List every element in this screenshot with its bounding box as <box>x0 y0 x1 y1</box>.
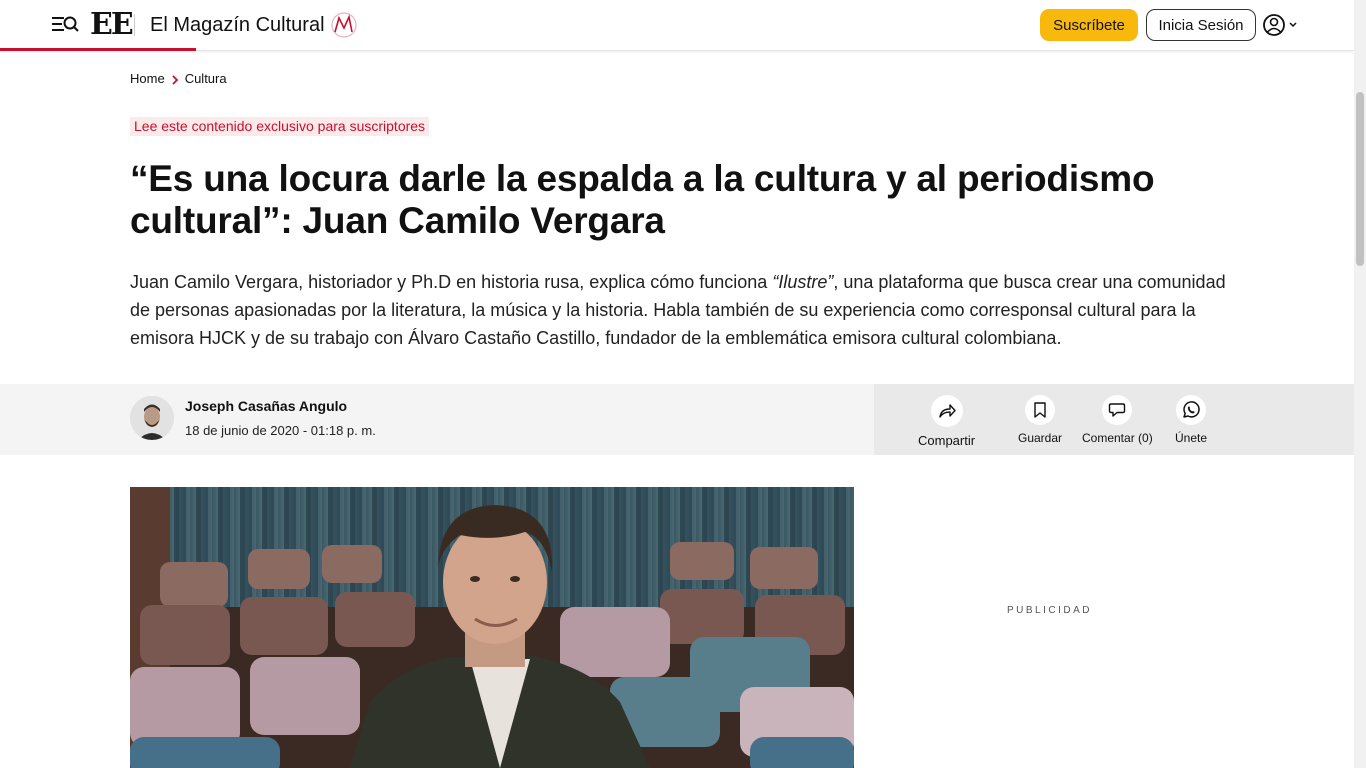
menu-search-button[interactable] <box>50 12 82 38</box>
bookmark-icon <box>1034 402 1046 418</box>
share-button[interactable]: Compartir <box>918 395 975 448</box>
header-divider <box>134 14 135 36</box>
comment-button[interactable]: Comentar (0) <box>1082 395 1153 445</box>
article-hero-image[interactable] <box>130 487 854 768</box>
advertisement-label: PUBLICIDAD <box>1007 605 1093 616</box>
menu-search-icon <box>52 16 79 32</box>
article-lead: Juan Camilo Vergara, historiador y Ph.D … <box>130 268 1240 352</box>
section-title[interactable]: El Magazín Cultural <box>150 13 325 37</box>
chevron-right-icon <box>172 74 178 85</box>
el-espectador-logo[interactable]: EE <box>90 9 134 41</box>
magazin-logo-icon <box>331 12 357 38</box>
article-headline: “Es una locura darle la espalda a la cul… <box>130 158 1155 241</box>
save-button[interactable]: Guardar <box>1018 395 1062 445</box>
breadcrumb-home[interactable]: Home <box>130 71 165 86</box>
lead-italic: “Ilustre” <box>772 272 834 292</box>
site-header: EE El Magazín Cultural Suscríbete Inicia… <box>0 0 1354 51</box>
join-label: Únete <box>1175 431 1208 445</box>
share-label: Compartir <box>918 433 976 448</box>
subscribe-button[interactable]: Suscríbete <box>1040 9 1138 41</box>
save-label: Guardar <box>1018 431 1063 445</box>
comment-label: Comentar (0) <box>1082 431 1153 445</box>
user-icon <box>1263 14 1285 36</box>
breadcrumb-section[interactable]: Cultura <box>185 71 227 86</box>
author-name[interactable]: Joseph Casañas Angulo <box>185 398 347 414</box>
header-accent-bar <box>0 48 196 51</box>
scrollbar-thumb[interactable] <box>1356 92 1364 266</box>
chevron-down-icon <box>1289 22 1297 28</box>
publish-date: 18 de junio de 2020 - 01:18 p. m. <box>185 423 376 438</box>
breadcrumb: Home Cultura <box>130 71 227 87</box>
share-icon <box>938 404 956 418</box>
join-whatsapp-button[interactable]: Únete <box>1175 395 1207 445</box>
page-scrollbar[interactable] <box>1354 0 1366 768</box>
user-menu[interactable] <box>1262 12 1302 38</box>
whatsapp-icon <box>1183 401 1200 418</box>
author-avatar[interactable] <box>130 396 174 440</box>
comment-icon <box>1109 403 1126 417</box>
login-button[interactable]: Inicia Sesión <box>1146 9 1256 41</box>
exclusive-content-label[interactable]: Lee este contenido exclusivo para suscri… <box>130 117 430 136</box>
lead-text-1: Juan Camilo Vergara, historiador y Ph.D … <box>130 272 773 292</box>
